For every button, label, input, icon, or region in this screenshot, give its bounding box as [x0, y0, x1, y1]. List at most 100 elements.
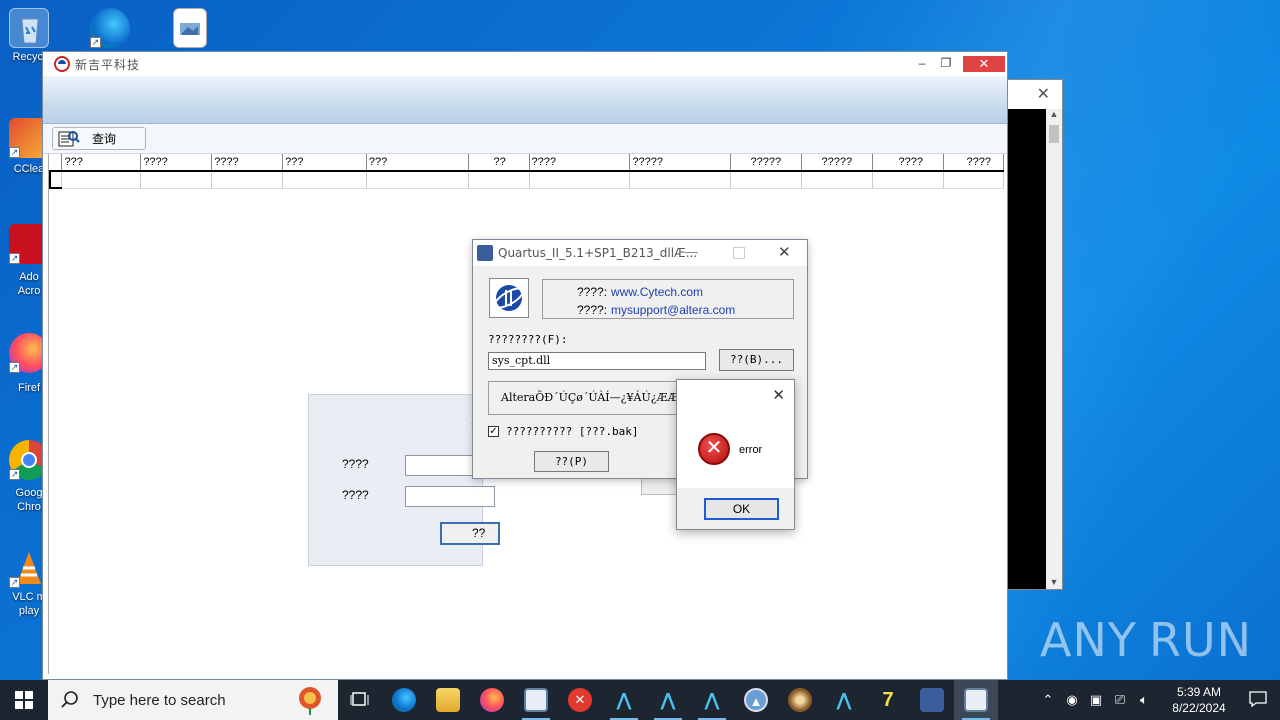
- website-link[interactable]: www.Cytech.com: [611, 285, 703, 299]
- column-header[interactable]: ????: [872, 154, 944, 172]
- column-header[interactable]: ?????: [730, 154, 803, 172]
- column-header[interactable]: ??: [468, 154, 530, 172]
- taskbar-app-window[interactable]: [514, 680, 558, 720]
- table-cell[interactable]: [529, 171, 631, 189]
- close-button[interactable]: ✕: [963, 56, 1005, 72]
- console-window[interactable]: ✕ ▲ ▼: [1006, 79, 1063, 590]
- column-header[interactable]: ???: [61, 154, 142, 172]
- system-tray: ⌃ ◉ ▣ ⎚ 🔈︎ 5:39 AM 8/22/2024: [1036, 680, 1280, 720]
- table-cell[interactable]: [211, 171, 284, 189]
- column-header[interactable]: ?????: [629, 154, 732, 172]
- scroll-down-icon[interactable]: ▼: [1046, 577, 1062, 587]
- column-header[interactable]: ????: [211, 154, 284, 172]
- taskbar-active-window[interactable]: [954, 680, 998, 720]
- taskbar-patcher[interactable]: [910, 680, 954, 720]
- table-cell[interactable]: [366, 171, 469, 189]
- dialog-title-bar[interactable]: Quartus_II_5.1+SP1_B213_dllÆ... — ✕: [473, 240, 807, 266]
- taskbar-quartus-2[interactable]: ⋀: [646, 680, 690, 720]
- volume-icon[interactable]: 🔈︎: [1132, 692, 1156, 708]
- row-indicator-cell[interactable]: [49, 171, 63, 189]
- restore-button[interactable]: ❐: [935, 55, 957, 71]
- close-button[interactable]: ✕: [778, 243, 791, 261]
- column-header[interactable]: ???: [282, 154, 367, 172]
- table-cell[interactable]: [61, 171, 142, 189]
- email-link[interactable]: mysupport@altera.com: [611, 303, 735, 317]
- taskbar-edge[interactable]: [382, 680, 426, 720]
- shortcut-arrow-icon: ↗: [9, 362, 20, 373]
- ok-button[interactable]: OK: [704, 498, 779, 520]
- network-icon[interactable]: ⎚: [1108, 692, 1132, 708]
- patcher-app-icon: [477, 245, 493, 261]
- column-header[interactable]: ?????: [801, 154, 874, 172]
- error-dialog[interactable]: ✕ ✕ error OK: [676, 379, 795, 530]
- task-view-icon: [350, 692, 369, 706]
- table-cell[interactable]: [943, 171, 1005, 189]
- column-header[interactable]: ????: [529, 154, 631, 172]
- backup-checkbox[interactable]: ✓: [488, 426, 499, 437]
- partially-hidden-button[interactable]: [641, 477, 681, 495]
- table-cell[interactable]: [730, 171, 803, 189]
- column-header[interactable]: ???: [366, 154, 469, 172]
- 7zip-icon: 7: [882, 689, 894, 711]
- table-cell[interactable]: [140, 171, 213, 189]
- minimize-button[interactable]: —: [685, 244, 698, 259]
- tray-app-icon[interactable]: ◉: [1060, 692, 1084, 708]
- error-message: error: [739, 444, 763, 456]
- password-input[interactable]: [405, 486, 495, 507]
- column-header[interactable]: ????: [943, 154, 1005, 172]
- query-button[interactable]: 查询: [52, 127, 146, 150]
- window-app-icon: [524, 688, 548, 712]
- taskbar-search[interactable]: Type here to search: [48, 680, 338, 720]
- taskbar-app-disc[interactable]: [778, 680, 822, 720]
- clock[interactable]: 5:39 AM 8/22/2024: [1162, 684, 1236, 716]
- search-icon: [61, 691, 78, 708]
- scroll-up-icon[interactable]: ▲: [1046, 109, 1062, 119]
- desktop-icon-file[interactable]: [168, 8, 212, 50]
- search-highlight-icon: [299, 687, 321, 715]
- table-row[interactable]: [49, 171, 1005, 189]
- browse-button[interactable]: ??(B)...: [719, 349, 794, 371]
- taskbar-error-app[interactable]: ✕: [558, 680, 602, 720]
- backup-label: ?????????? [???.bak]: [506, 425, 639, 438]
- table-cell[interactable]: [282, 171, 367, 189]
- scrollbar[interactable]: ▲ ▼: [1046, 109, 1062, 589]
- login-button[interactable]: ??: [440, 522, 500, 545]
- taskbar-app-circle[interactable]: ▲: [734, 680, 778, 720]
- taskbar-quartus-3[interactable]: ⋀: [690, 680, 734, 720]
- taskbar-7zip[interactable]: 7: [866, 680, 910, 720]
- patch-button[interactable]: ??(P): [534, 451, 609, 472]
- table-cell[interactable]: [872, 171, 944, 189]
- table-cell[interactable]: [629, 171, 732, 189]
- dialog-title: Quartus_II_5.1+SP1_B213_dllÆ...: [498, 246, 698, 260]
- taskbar-quartus-4[interactable]: ⋀: [822, 680, 866, 720]
- column-header[interactable]: ????: [140, 154, 213, 172]
- folder-icon: [436, 688, 460, 712]
- file-input[interactable]: sys_cpt.dll: [488, 352, 706, 370]
- table-cell[interactable]: [801, 171, 874, 189]
- header-banner: [43, 76, 1007, 124]
- chevron-up-icon[interactable]: ⌃: [1036, 692, 1060, 708]
- app-circle-icon: ▲: [744, 688, 768, 712]
- desktop-icon-edge[interactable]: ↗: [88, 8, 132, 50]
- taskbar-firefox[interactable]: [470, 680, 514, 720]
- patcher-icon: [920, 688, 944, 712]
- close-button[interactable]: ✕: [772, 386, 785, 404]
- minimize-button[interactable]: –: [911, 55, 933, 71]
- query-button-label: 查询: [92, 132, 117, 146]
- scrollbar-thumb[interactable]: [1049, 125, 1059, 143]
- meet-now-icon[interactable]: ▣: [1084, 692, 1108, 708]
- image-file-icon: [173, 8, 207, 48]
- title-bar[interactable]: 新吉平科技 – ❐ ✕: [43, 52, 1007, 76]
- disc-icon: [788, 688, 812, 712]
- taskbar-file-explorer[interactable]: [426, 680, 470, 720]
- app-logo-icon: [54, 56, 70, 72]
- close-icon[interactable]: ✕: [1037, 84, 1050, 104]
- table-cell[interactable]: [468, 171, 530, 189]
- task-view-button[interactable]: [338, 680, 382, 720]
- notifications-button[interactable]: [1236, 690, 1280, 710]
- shortcut-arrow-icon: ↗: [9, 147, 20, 158]
- info-box: ????: www.Cytech.com ????: mysupport@alter…: [542, 279, 794, 319]
- file-label: ????????(F):: [488, 333, 568, 346]
- taskbar-quartus-1[interactable]: ⋀: [602, 680, 646, 720]
- start-button[interactable]: [0, 680, 48, 720]
